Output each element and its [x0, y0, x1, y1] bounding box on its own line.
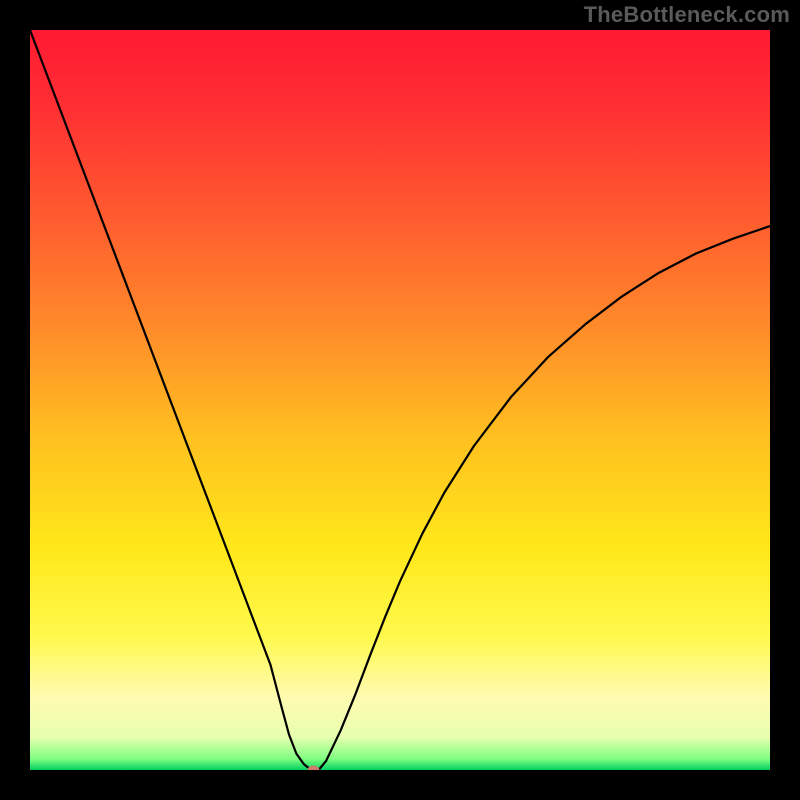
chart-frame: TheBottleneck.com — [0, 0, 800, 800]
chart-background — [30, 30, 770, 770]
plot-area — [30, 30, 770, 770]
chart-svg — [30, 30, 770, 770]
watermark-text: TheBottleneck.com — [584, 2, 790, 28]
